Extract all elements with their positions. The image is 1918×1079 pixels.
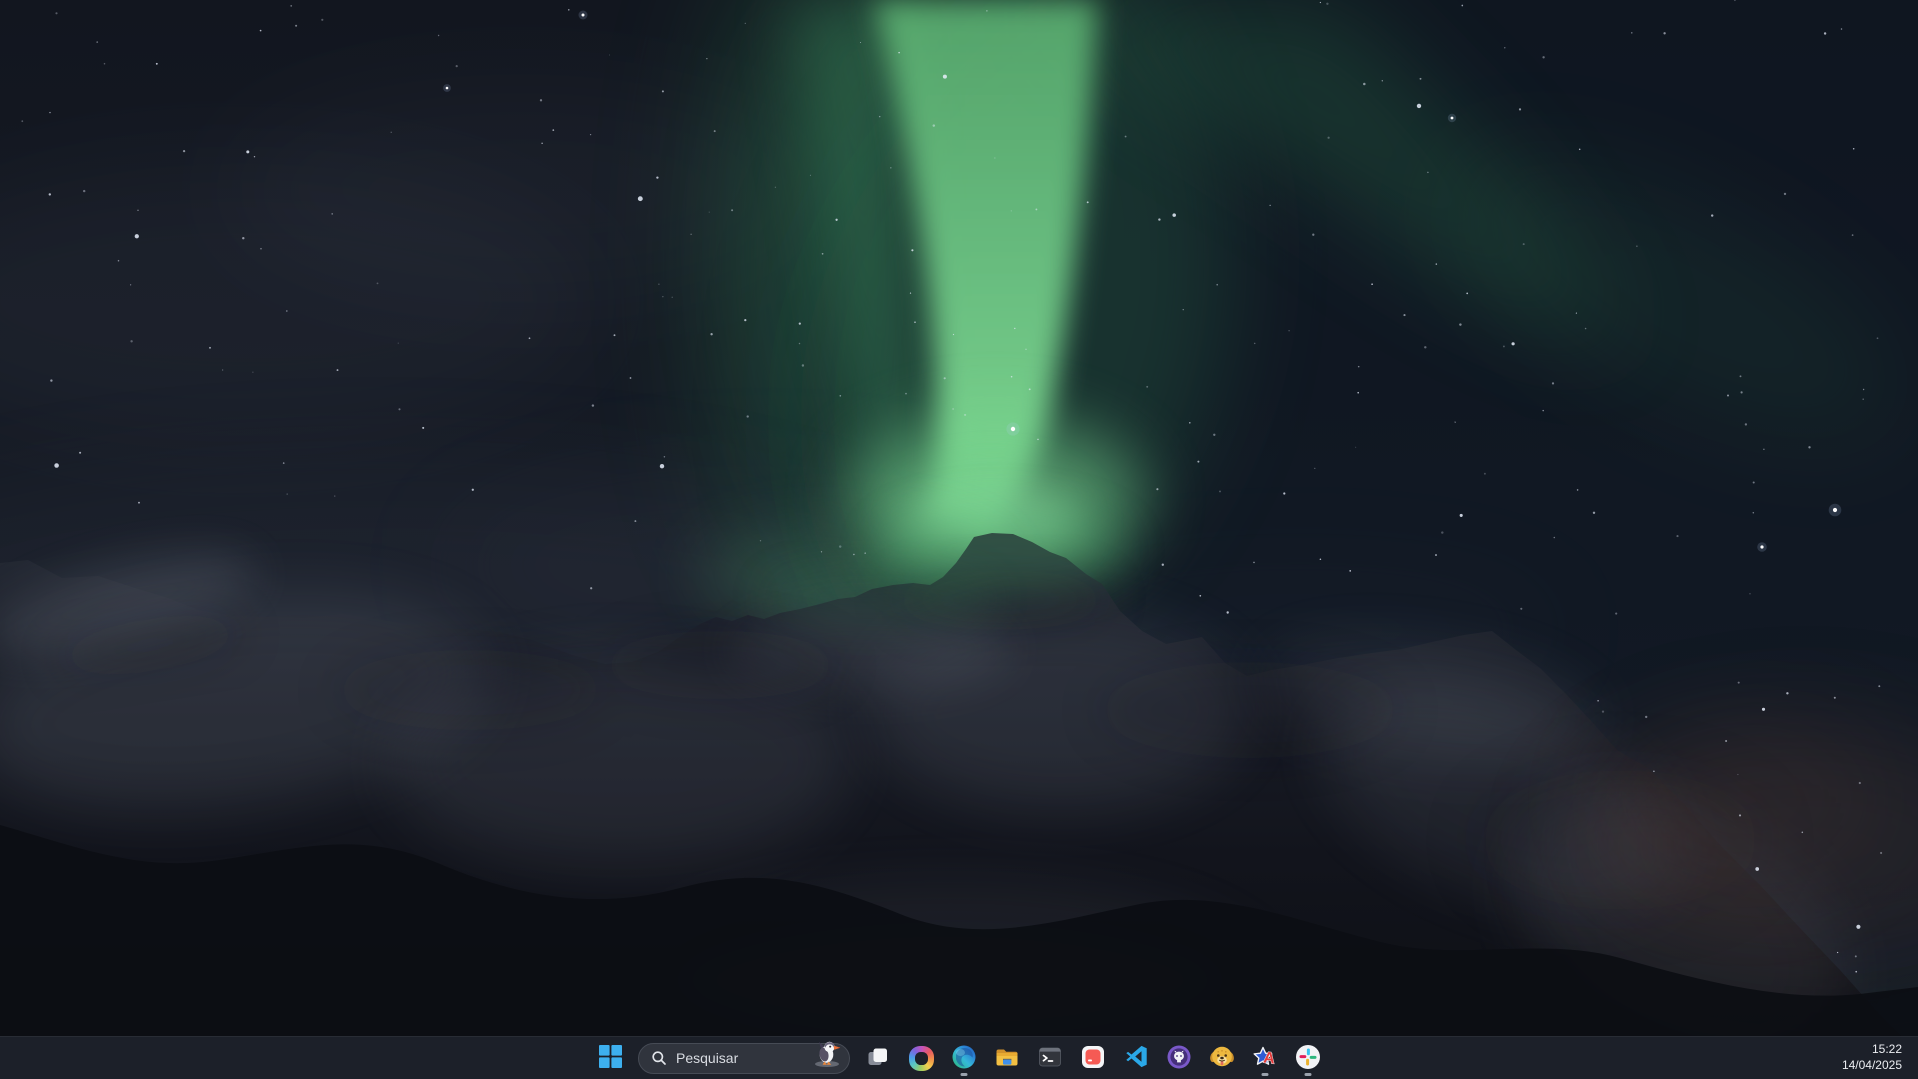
edge-browser-button[interactable] (944, 1039, 984, 1077)
file-explorer-button[interactable] (987, 1039, 1027, 1077)
star-a-app-icon: A (1252, 1044, 1278, 1073)
clock-time: 15:22 (1842, 1042, 1902, 1058)
clock-date: 14/04/2025 (1842, 1058, 1902, 1074)
start-button[interactable] (590, 1039, 630, 1077)
terminal-button[interactable] (1030, 1039, 1070, 1077)
slack-icon (1295, 1044, 1321, 1073)
copilot-button[interactable] (901, 1039, 941, 1077)
github-desktop-icon (1166, 1044, 1192, 1073)
running-indicator (1305, 1073, 1312, 1076)
svg-text:A: A (1262, 1049, 1276, 1067)
slack-button[interactable] (1288, 1039, 1328, 1077)
search-placeholder: Pesquisar (676, 1050, 738, 1066)
vscode-icon (1124, 1044, 1149, 1072)
raycast-icon (1080, 1044, 1106, 1073)
copilot-icon (909, 1046, 934, 1071)
github-desktop-button[interactable] (1159, 1039, 1199, 1077)
search-icon (651, 1050, 667, 1066)
taskbar: Pesquisar (0, 1036, 1918, 1079)
puffin-bird-icon (812, 1037, 844, 1072)
taskbar-center-group: Pesquisar (590, 1037, 1328, 1079)
running-indicator (961, 1073, 968, 1076)
file-explorer-icon (994, 1044, 1020, 1073)
dog-face-app-icon (1209, 1044, 1235, 1073)
task-view-icon (865, 1044, 891, 1073)
desktop-wallpaper (0, 0, 1918, 1079)
dog-face-app-button[interactable] (1202, 1039, 1242, 1077)
task-view-button[interactable] (858, 1039, 898, 1077)
raycast-button[interactable] (1073, 1039, 1113, 1077)
vscode-button[interactable] (1116, 1039, 1156, 1077)
windows-start-icon (598, 1044, 623, 1072)
edge-browser-icon (951, 1044, 977, 1073)
wallpaper-aurora-mountains (0, 0, 1918, 1079)
star-a-app-button[interactable]: A (1245, 1039, 1285, 1077)
search-box[interactable]: Pesquisar (638, 1043, 850, 1074)
terminal-icon (1037, 1044, 1063, 1073)
running-indicator (1262, 1073, 1269, 1076)
system-clock[interactable]: 15:22 14/04/2025 (1838, 1040, 1906, 1076)
